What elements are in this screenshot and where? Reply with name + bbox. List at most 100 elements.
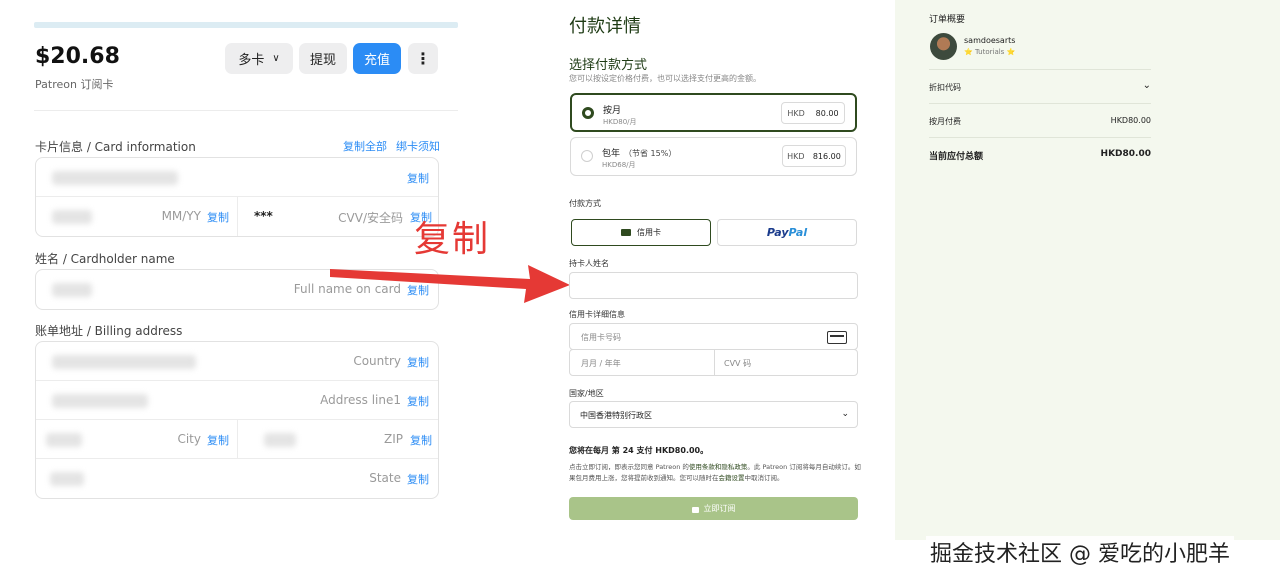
more-options-icon[interactable]: ⋮ xyxy=(408,43,438,74)
paypal-method-button[interactable]: PayPal xyxy=(717,219,857,246)
subscribe-label: 立即订阅 xyxy=(703,504,736,513)
card-number-row: 复制 xyxy=(36,158,438,197)
currency: HKD xyxy=(787,108,805,118)
expiry-blurred xyxy=(52,210,92,224)
address-blurred xyxy=(52,394,148,408)
cvv-placeholder: CVV 码 xyxy=(724,359,752,368)
city-field: City 复制 xyxy=(36,420,238,458)
plan-monthly-name: 按月 xyxy=(603,106,622,116)
expiry-placeholder: MM/YY xyxy=(161,209,201,223)
state-blurred xyxy=(50,472,84,486)
divider xyxy=(714,350,715,375)
top-strip xyxy=(34,22,458,28)
paypal-logo: PayPal xyxy=(767,226,807,239)
multi-card-button[interactable]: 多卡 ∨ xyxy=(225,43,293,74)
plan-yearly-name: 包年 xyxy=(602,149,621,159)
state-row: State 复制 xyxy=(36,459,438,498)
amount: 80.00 xyxy=(815,108,839,118)
terms-text-a: 点击立即订阅，即表示您同意 Patreon 的 xyxy=(569,463,689,471)
card-number-input[interactable]: 信用卡号码 xyxy=(569,323,858,350)
billing-box: Country 复制 Address line1 复制 City 复制 ZIP … xyxy=(35,341,439,499)
copy-city-button[interactable]: 复制 xyxy=(207,432,229,448)
country-label: 国家/地区 xyxy=(569,389,604,398)
plan-monthly[interactable]: 按月 HKD80/月 HKD 80.00 xyxy=(570,93,857,132)
divider xyxy=(929,69,1151,70)
chevron-down-icon: ⌄ xyxy=(1142,80,1151,91)
radio-unselected-icon xyxy=(581,150,593,162)
order-summary-panel: 订单概要 samdoesarts ⭐ Tutorials ⭐ 折扣代码 ⌄ 按月… xyxy=(895,0,1280,540)
card-balance: $20.68 xyxy=(35,44,120,69)
payment-hint: 您可以按设定价格付费，也可以选择支付更高的金额。 xyxy=(569,74,761,83)
card-details-label: 信用卡详细信息 xyxy=(569,310,625,319)
card-info-box: 复制 MM/YY 复制 *** CVV/安全码 复制 xyxy=(35,157,439,237)
expiry-placeholder: 月月 / 年年 xyxy=(581,359,621,368)
credit-card-method-button[interactable]: 信用卡 xyxy=(571,219,711,246)
currency: HKD xyxy=(787,151,805,161)
city-blurred xyxy=(46,433,82,447)
address-placeholder: Address line1 xyxy=(320,393,401,407)
credit-card-icon xyxy=(621,229,631,236)
zip-field: ZIP 复制 xyxy=(238,420,440,458)
cardholder-name-input[interactable] xyxy=(569,272,858,299)
plan-yearly[interactable]: 包年 （节省 15%） HKD68/月 HKD 816.00 xyxy=(570,137,857,176)
discount-code-label: 折扣代码 xyxy=(929,83,961,92)
lock-icon xyxy=(691,506,699,513)
choose-method-heading: 选择付款方式 xyxy=(569,58,648,73)
annotation-arrow-icon xyxy=(330,265,570,303)
copy-all-link[interactable]: 复制全部 xyxy=(343,138,387,154)
city-zip-row: City 复制 ZIP 复制 xyxy=(36,420,438,459)
terms-text-c: 中取消订阅。 xyxy=(744,474,784,482)
cardholder-name-label: 持卡人姓名 xyxy=(569,259,609,268)
creator-tier: ⭐ Tutorials ⭐ xyxy=(964,48,1016,56)
chevron-down-icon: ∨ xyxy=(272,53,280,64)
cvv-field: *** CVV/安全码 复制 xyxy=(238,197,440,236)
copy-expiry-button[interactable]: 复制 xyxy=(207,209,229,225)
plan-yearly-name-row: 包年 （节省 15%） xyxy=(602,146,676,159)
subscribe-button[interactable]: 立即订阅 xyxy=(569,497,858,520)
card-subtitle: Patreon 订阅卡 xyxy=(35,78,114,91)
card-number-blurred xyxy=(52,171,178,185)
address-row: Address line1 复制 xyxy=(36,381,438,420)
divider xyxy=(34,110,458,111)
copy-zip-button[interactable]: 复制 xyxy=(410,432,432,448)
country-blurred xyxy=(52,355,196,369)
paypal-pal: Pal xyxy=(788,226,808,239)
plan-monthly-amount-field[interactable]: HKD 80.00 xyxy=(781,102,845,124)
discount-code-row[interactable]: 折扣代码 ⌄ xyxy=(929,80,1151,93)
copy-country-button[interactable]: 复制 xyxy=(407,354,429,370)
copy-card-number-button[interactable]: 复制 xyxy=(407,170,429,186)
divider xyxy=(929,103,1151,104)
terms-link[interactable]: 使用条款和隐私政策 xyxy=(689,463,748,471)
credit-card-label: 信用卡 xyxy=(637,228,661,237)
watermark: 掘金技术社区 @ 爱吃的小肥羊 xyxy=(926,536,1234,568)
plan-yearly-amount-field[interactable]: HKD 816.00 xyxy=(782,145,846,167)
card-info-label: 卡片信息 / Card information xyxy=(35,140,196,154)
copy-state-button[interactable]: 复制 xyxy=(407,471,429,487)
zip-placeholder: ZIP xyxy=(384,432,403,446)
country-row: Country 复制 xyxy=(36,342,438,381)
country-placeholder: Country xyxy=(353,354,401,368)
total-value: HKD80.00 xyxy=(1100,149,1151,159)
state-placeholder: State xyxy=(369,471,401,485)
total-row: 当前应付总额 HKD80.00 xyxy=(929,149,1151,162)
card-number-placeholder: 信用卡号码 xyxy=(581,333,621,342)
order-summary-title: 订单概要 xyxy=(929,15,966,25)
topup-button[interactable]: 充值 xyxy=(353,43,401,74)
chevron-down-icon: ⌄ xyxy=(841,409,849,419)
terms-text: 点击立即订阅，即表示您同意 Patreon 的使用条款和隐私政策。此 Patre… xyxy=(569,462,861,484)
total-label: 当前应付总额 xyxy=(929,152,984,162)
plan-monthly-sub: HKD80/月 xyxy=(603,118,637,126)
avatar xyxy=(930,33,957,60)
monthly-fee-value: HKD80.00 xyxy=(1110,116,1151,125)
withdraw-button[interactable]: 提现 xyxy=(299,43,347,74)
copy-address-button[interactable]: 复制 xyxy=(407,393,429,409)
billing-note: 您将在每月 第 24 支付 HKD80.00。 xyxy=(569,446,709,455)
binding-notice-link[interactable]: 绑卡须知 xyxy=(396,138,440,154)
country-select[interactable]: 中国香港特别行政区 ⌄ xyxy=(569,401,858,428)
payment-title: 付款详情 xyxy=(569,16,641,37)
expiry-field: MM/YY 复制 xyxy=(36,197,238,236)
cvv-masked: *** xyxy=(254,209,273,223)
amount: 816.00 xyxy=(812,151,841,161)
expiry-cvv-input[interactable]: 月月 / 年年 CVV 码 xyxy=(569,349,858,376)
membership-settings-link[interactable]: 会籍设置 xyxy=(719,474,745,482)
